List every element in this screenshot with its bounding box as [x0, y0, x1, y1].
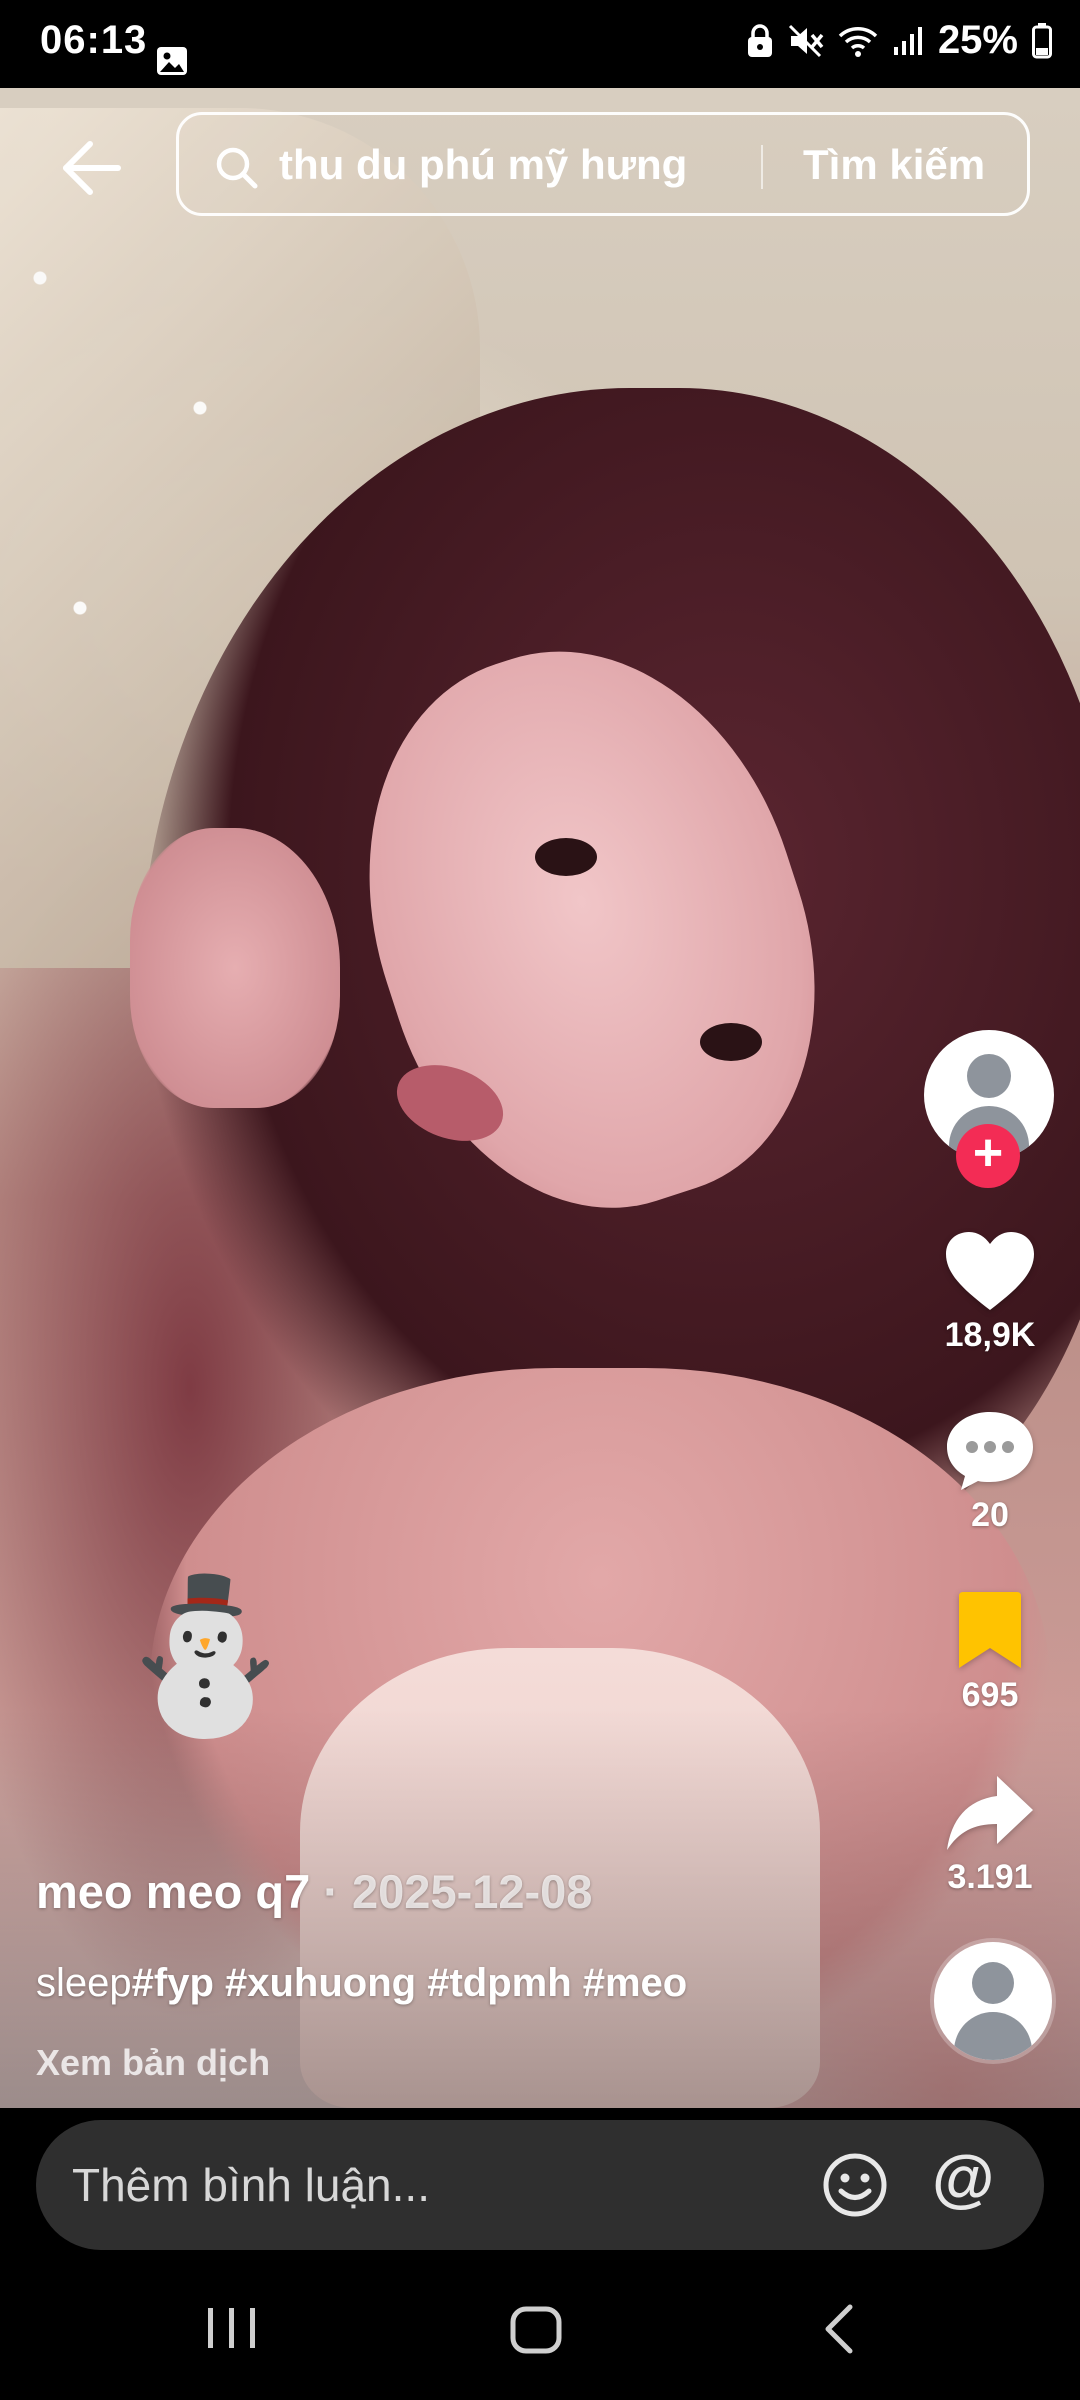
- search-box[interactable]: thu du phú mỹ hưng Tìm kiếm: [176, 112, 1030, 216]
- wifi-icon: [838, 24, 878, 58]
- search-query[interactable]: thu du phú mỹ hưng: [279, 141, 687, 189]
- avatar-head: [967, 1054, 1011, 1098]
- comment-button[interactable]: 20: [920, 1410, 1060, 1535]
- post-caption: meo meo q7 · 2025-12-08 sleep#fyp #xuhuo…: [36, 1864, 916, 2084]
- author-line: meo meo q7 · 2025-12-08: [36, 1864, 916, 1919]
- caption-text: sleep#fyp #xuhuong #tdpmh #meo: [36, 1961, 916, 2006]
- recents-icon: [208, 2308, 255, 2348]
- hashtag-list[interactable]: #fyp #xuhuong #tdpmh #meo: [132, 1961, 688, 2005]
- smiley-icon: [823, 2153, 887, 2217]
- back-chevron-icon: [825, 2304, 853, 2354]
- signal-icon: [892, 25, 924, 57]
- emoji-button[interactable]: [822, 2152, 888, 2223]
- home-button[interactable]: [510, 2306, 562, 2359]
- bookmark-icon: [959, 1592, 1021, 1668]
- comment-input[interactable]: Thêm bình luận... @: [36, 2120, 1044, 2250]
- disc-avatar-head: [972, 1962, 1014, 2004]
- disc-avatar-shoulders: [954, 2012, 1032, 2060]
- mention-button[interactable]: @: [932, 2146, 994, 2210]
- search-button[interactable]: Tìm kiếm: [803, 141, 985, 189]
- status-time: 06:13: [40, 18, 148, 62]
- caption-plain: sleep: [36, 1961, 132, 2005]
- comment-icon: [947, 1412, 1033, 1490]
- recents-button[interactable]: [206, 2306, 258, 2355]
- like-count: 18,9K: [944, 1316, 1036, 1354]
- status-icons: 25%: [746, 18, 1052, 63]
- home-icon: [510, 2306, 562, 2354]
- back-button[interactable]: [60, 138, 124, 198]
- battery-percent: 25%: [937, 18, 1018, 62]
- share-count: 3.191: [947, 1858, 1033, 1896]
- lock-icon: [746, 23, 774, 58]
- gallery-icon: [156, 46, 188, 81]
- video-player[interactable]: [0, 88, 1080, 2108]
- search-divider: [761, 145, 763, 189]
- snowman-sticker: ⛄: [112, 1571, 299, 1739]
- share-icon: [947, 1776, 1033, 1850]
- translate-link[interactable]: Xem bản dịch: [36, 2042, 916, 2084]
- video-frame-hand: [130, 828, 340, 1108]
- save-count: 695: [961, 1676, 1019, 1714]
- search-icon: [215, 146, 259, 195]
- system-nav-bar: [0, 2256, 1080, 2400]
- save-button[interactable]: 695: [920, 1590, 1060, 1715]
- battery-icon: [1032, 22, 1052, 59]
- follow-button[interactable]: +: [956, 1124, 1020, 1188]
- video-frame-eye: [700, 1023, 762, 1061]
- system-back-button[interactable]: [822, 2304, 856, 2359]
- comment-placeholder: Thêm bình luận...: [72, 2159, 430, 2211]
- post-date: 2025-12-08: [352, 1865, 593, 1918]
- status-bar: 06:13 25%: [0, 0, 1080, 88]
- mute-icon: [788, 24, 824, 58]
- heart-icon: [946, 1232, 1034, 1310]
- date-separator: ·: [310, 1865, 353, 1918]
- comment-count: 20: [971, 1496, 1009, 1534]
- comment-bar: Thêm bình luận... @: [0, 2108, 1080, 2256]
- screen: 06:13 25% thu du phú mỹ hưng Tìm kiếm ⛄ …: [0, 0, 1080, 2400]
- share-button[interactable]: 3.191: [920, 1772, 1060, 1897]
- music-disc[interactable]: [934, 1942, 1052, 2060]
- like-button[interactable]: 18,9K: [920, 1230, 1060, 1355]
- video-frame-eye: [535, 838, 597, 876]
- author-name[interactable]: meo meo q7: [36, 1865, 310, 1918]
